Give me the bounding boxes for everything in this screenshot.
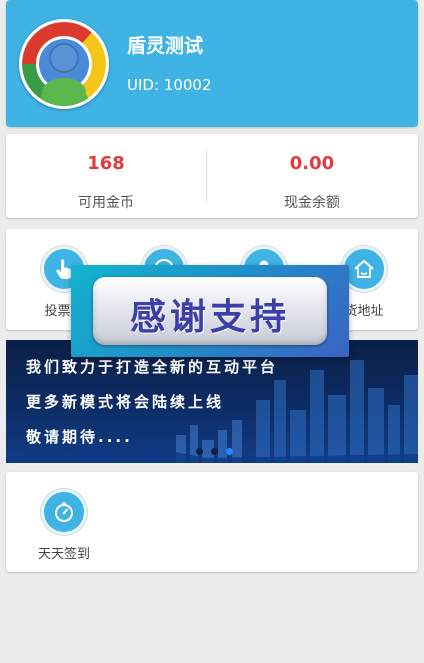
popup-panel: 感谢支持 (93, 277, 327, 345)
avatar[interactable] (19, 19, 109, 109)
balance-card: 168 可用金币 0.00 现金余额 (6, 134, 418, 218)
signin-card: 天天签到 (6, 472, 418, 572)
menu-item-daily-signin[interactable]: 天天签到 (16, 472, 112, 573)
banner-line-3: 敬请期待.... (26, 428, 133, 446)
signin-label: 天天签到 (37, 547, 90, 562)
carousel-dots (196, 440, 241, 459)
banner-line-1: 我们致力于打造全新的互动平台 (26, 358, 279, 376)
coins-label: 可用金币 (78, 195, 134, 211)
stopwatch-icon (41, 489, 87, 535)
banner-line-2: 更多新模式将会陆续上线 (26, 393, 225, 411)
carousel-dot[interactable] (196, 448, 203, 455)
carousel-dot-active[interactable] (226, 448, 233, 455)
profile-card: 盾灵测试 UID: 10002 (6, 0, 418, 127)
carousel-dot[interactable] (211, 448, 218, 455)
username: 盾灵测试 (127, 35, 204, 57)
promo-banner[interactable]: 我们致力于打造全新的互动平台 更多新模式将会陆续上线 敬请期待.... (6, 340, 418, 463)
coins-block[interactable]: 168 可用金币 (6, 134, 206, 218)
coins-value: 168 (87, 153, 125, 174)
balance-divider (206, 150, 207, 202)
avatar-image (22, 22, 106, 106)
cash-label: 现金余额 (284, 195, 340, 211)
user-id: UID: 10002 (127, 76, 212, 94)
cash-block[interactable]: 0.00 现金余额 (212, 134, 412, 218)
thanks-popup[interactable]: 感谢支持 (71, 265, 349, 357)
cash-value: 0.00 (289, 153, 335, 174)
popup-text: 感谢支持 (129, 297, 290, 338)
